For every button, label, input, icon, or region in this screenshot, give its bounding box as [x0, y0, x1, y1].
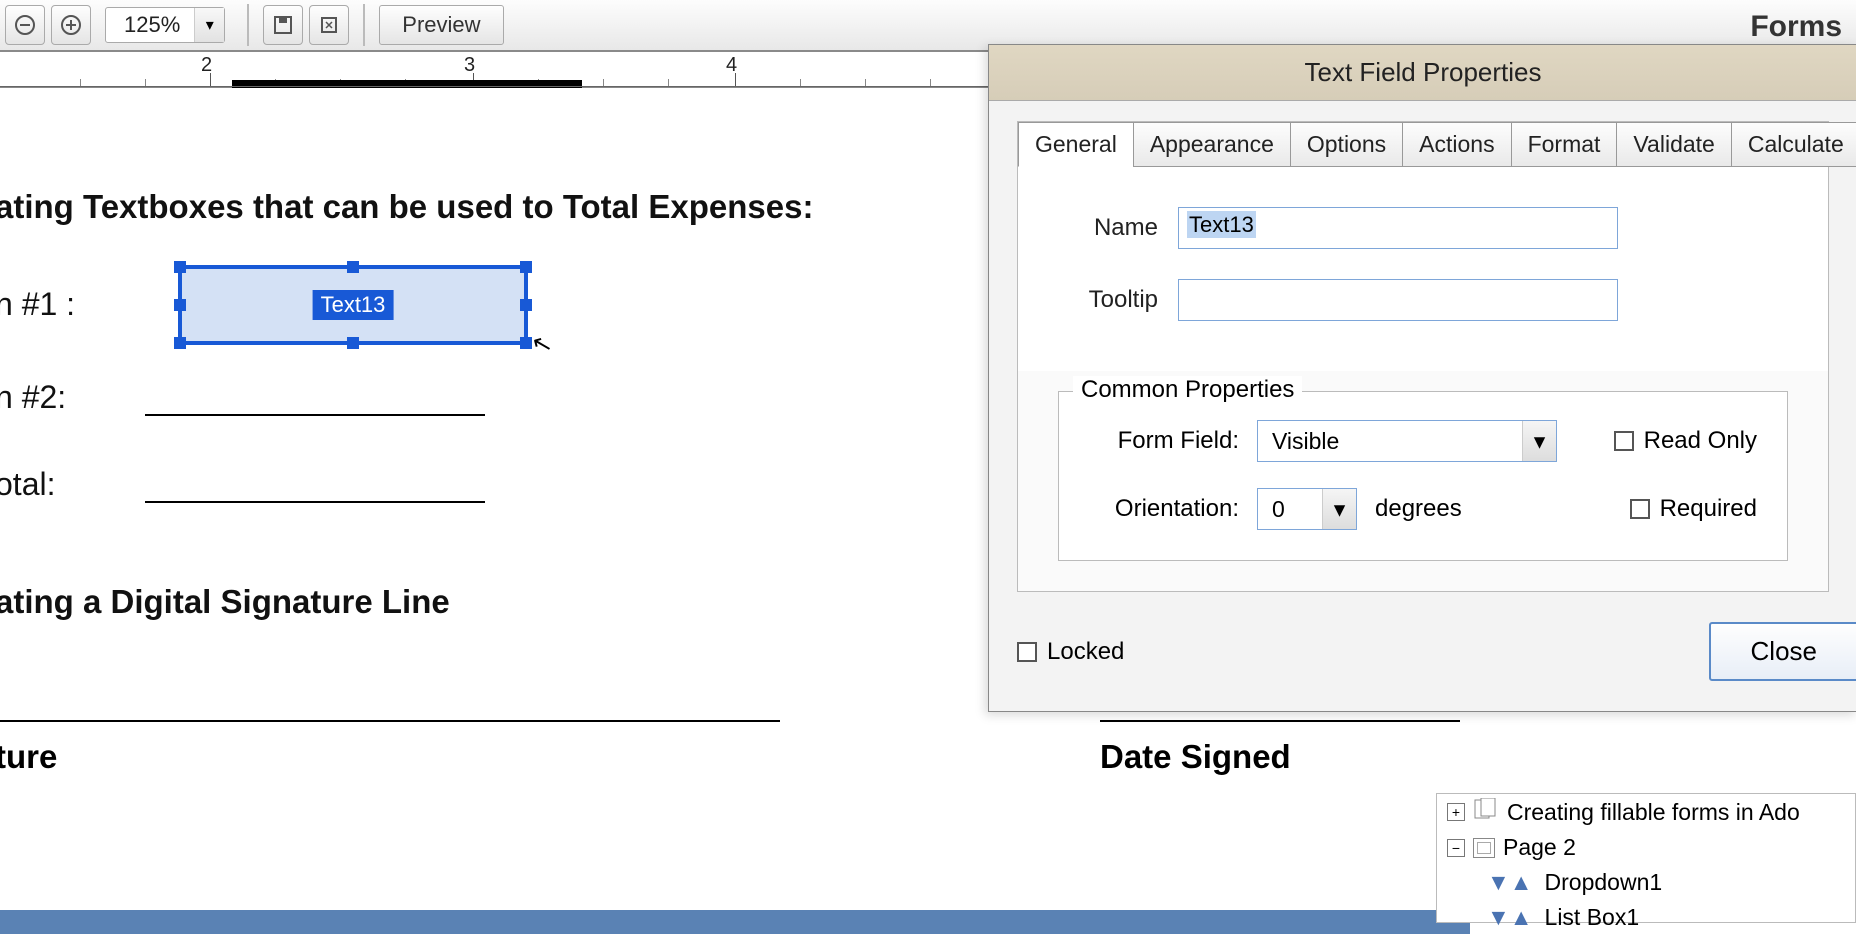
- tree-field-row[interactable]: ▼▲ Dropdown1: [1437, 865, 1855, 900]
- degrees-label: degrees: [1375, 495, 1462, 523]
- orientation-label: Orientation:: [1089, 495, 1239, 523]
- resize-handle[interactable]: [174, 299, 186, 311]
- fields-tree-panel: + Creating fillable forms in Ado − Page …: [1436, 793, 1856, 923]
- common-properties-fieldset: Common Properties Form Field: Visible ▾ …: [1058, 391, 1788, 561]
- horizontal-ruler: 2 3 4 5: [0, 52, 1156, 88]
- tree-root-label: Creating fillable forms in Ado: [1507, 799, 1800, 826]
- locked-checkbox[interactable]: Locked: [1017, 638, 1124, 666]
- section-heading-2: ating a Digital Signature Line: [0, 583, 1080, 621]
- resize-handle[interactable]: [174, 337, 186, 349]
- dialog-title: Text Field Properties: [989, 45, 1856, 101]
- orientation-combo[interactable]: 0 ▾: [1257, 488, 1357, 530]
- listbox-field-icon: ▼▲: [1487, 904, 1533, 931]
- name-label: Name: [1058, 214, 1158, 242]
- read-only-checkbox[interactable]: Read Only: [1614, 427, 1757, 455]
- tab-calculate[interactable]: Calculate: [1731, 122, 1856, 167]
- expand-icon[interactable]: +: [1447, 803, 1465, 821]
- tab-actions[interactable]: Actions: [1402, 122, 1511, 167]
- section-heading: ating Textboxes that can be used to Tota…: [0, 188, 1080, 226]
- tree-field-label: Dropdown1: [1545, 869, 1663, 896]
- dialog-footer: Locked Close: [989, 592, 1856, 711]
- form-field-combo[interactable]: Visible ▾: [1257, 420, 1557, 462]
- fieldset-legend: Common Properties: [1073, 376, 1302, 404]
- blank-line: [145, 499, 485, 503]
- zoom-value: 125%: [106, 12, 194, 38]
- preview-button[interactable]: Preview: [379, 5, 503, 45]
- checkbox-icon: [1614, 431, 1634, 451]
- tree-page-row[interactable]: − Page 2: [1437, 830, 1855, 865]
- item-label-2: n #2:: [0, 379, 115, 416]
- signature-line: [0, 720, 780, 722]
- dialog-inner-panel: General Appearance Options Actions Forma…: [1017, 121, 1829, 592]
- toolbar-divider-2: [363, 4, 365, 46]
- resize-handle[interactable]: [520, 261, 532, 273]
- chevron-down-icon[interactable]: ▾: [1322, 489, 1356, 529]
- bottom-selection-bar: [0, 910, 1470, 934]
- toolbar-divider: [247, 4, 249, 46]
- selected-text-field[interactable]: Text13: [178, 265, 528, 345]
- zoom-combo[interactable]: 125% ▾: [105, 7, 225, 43]
- dropdown-field-icon: ▼▲: [1487, 869, 1533, 896]
- chevron-down-icon[interactable]: ▾: [1522, 421, 1556, 461]
- date-signed-label: Date Signed: [1100, 738, 1291, 776]
- required-checkbox[interactable]: Required: [1630, 495, 1757, 523]
- item-label-1: n #1 :: [0, 286, 115, 323]
- total-label: otal:: [0, 466, 115, 503]
- form-field-label: Form Field:: [1089, 427, 1239, 455]
- tab-format[interactable]: Format: [1511, 122, 1618, 167]
- signature-label: ture: [0, 738, 57, 776]
- field-name-chip: Text13: [313, 290, 394, 320]
- chevron-down-icon[interactable]: ▾: [194, 8, 224, 42]
- blank-line: [145, 412, 485, 416]
- collapse-icon[interactable]: −: [1447, 839, 1465, 857]
- tree-page-label: Page 2: [1503, 834, 1576, 861]
- distribute-icon[interactable]: [309, 5, 349, 45]
- save-icon[interactable]: [263, 5, 303, 45]
- zoom-out-button[interactable]: [5, 5, 45, 45]
- name-input[interactable]: Text13: [1178, 207, 1618, 249]
- tooltip-input[interactable]: [1178, 279, 1618, 321]
- resize-handle[interactable]: [520, 299, 532, 311]
- tooltip-label: Tooltip: [1058, 286, 1158, 314]
- forms-panel-label: Forms: [1750, 10, 1842, 44]
- pages-icon: [1473, 798, 1499, 826]
- dialog-tabs: General Appearance Options Actions Forma…: [1018, 121, 1828, 166]
- text-field-properties-dialog: Text Field Properties General Appearance…: [988, 44, 1856, 712]
- tab-options[interactable]: Options: [1290, 122, 1403, 167]
- checkbox-icon: [1017, 642, 1037, 662]
- tree-field-label: List Box1: [1545, 904, 1640, 931]
- resize-handle[interactable]: [347, 261, 359, 273]
- resize-handle[interactable]: [174, 261, 186, 273]
- zoom-in-button[interactable]: [51, 5, 91, 45]
- resize-handle[interactable]: [347, 337, 359, 349]
- tab-panel-general: Name Text13 Tooltip: [1018, 166, 1828, 371]
- tab-general[interactable]: General: [1018, 122, 1134, 167]
- page-icon: [1473, 838, 1495, 858]
- tree-field-row[interactable]: ▼▲ List Box1: [1437, 900, 1855, 935]
- checkbox-icon: [1630, 499, 1650, 519]
- tab-appearance[interactable]: Appearance: [1133, 122, 1291, 167]
- date-line: [1100, 720, 1460, 722]
- tree-root-row[interactable]: + Creating fillable forms in Ado: [1437, 794, 1855, 830]
- close-button[interactable]: Close: [1709, 622, 1856, 681]
- tab-validate[interactable]: Validate: [1616, 122, 1731, 167]
